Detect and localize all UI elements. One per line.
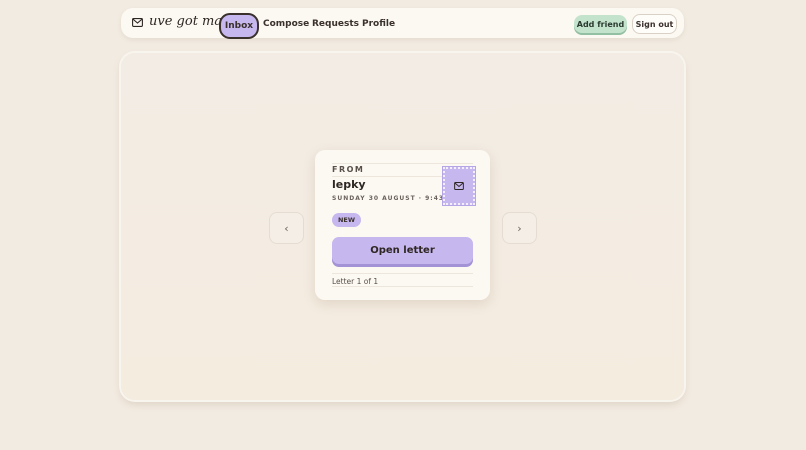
add-friend-button[interactable]: Add friend xyxy=(574,15,627,33)
tab-profile[interactable]: Profile xyxy=(362,19,395,29)
stamp xyxy=(442,166,476,206)
letter-count: Letter 1 of 1 xyxy=(332,277,379,286)
sender-name: lepky xyxy=(332,178,366,191)
divider xyxy=(332,286,473,287)
divider xyxy=(332,163,473,164)
divider xyxy=(332,273,473,274)
prev-letter-button[interactable]: ‹ xyxy=(269,212,304,244)
tab-requests[interactable]: Requests xyxy=(312,19,359,29)
letter-date: SUNDAY 30 AUGUST · 9:43 xyxy=(332,195,445,202)
tab-inbox[interactable]: Inbox xyxy=(219,13,259,39)
mail-icon xyxy=(132,18,143,27)
tab-compose[interactable]: Compose xyxy=(263,19,309,29)
from-label: FROM xyxy=(332,165,365,174)
open-letter-button[interactable]: Open letter xyxy=(332,237,473,264)
chevron-left-icon: ‹ xyxy=(284,221,289,235)
letter-card: FROM lepky SUNDAY 30 AUGUST · 9:43 NEW O… xyxy=(315,150,490,300)
top-nav: uve got mail! Inbox Compose Requests Pro… xyxy=(121,8,684,39)
mail-icon xyxy=(454,182,464,190)
sign-out-button[interactable]: Sign out xyxy=(632,14,677,34)
next-letter-button[interactable]: › xyxy=(502,212,537,244)
status-badge: NEW xyxy=(332,213,361,227)
chevron-right-icon: › xyxy=(517,221,522,235)
